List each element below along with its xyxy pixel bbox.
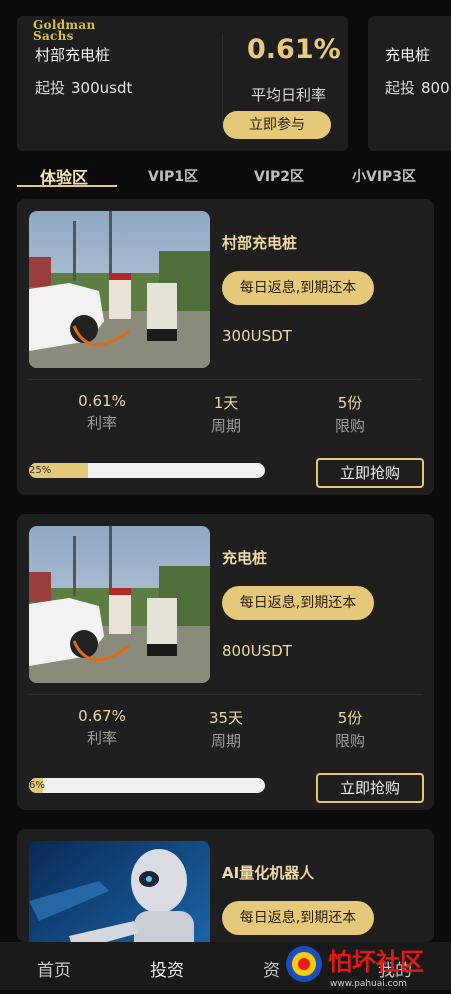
stat-limit: 5份 限购	[290, 707, 410, 751]
stat-rate: 0.67% 利率	[42, 707, 162, 748]
product-card[interactable]: AI量化机器人 每日返息,到期还本	[17, 829, 434, 942]
watermark-url: www.pahuai.com	[330, 979, 407, 989]
product-tag: 每日返息,到期还本	[222, 271, 374, 305]
tab-vip3[interactable]: 小VIP3区	[352, 166, 416, 186]
zone-tabs: 体验区 VIP1区 VIP2区 小VIP3区	[0, 160, 451, 190]
rate-label: 利率	[86, 414, 117, 432]
product-name: 充电桩	[222, 549, 268, 567]
nav-invest[interactable]: 投资	[150, 956, 184, 981]
stat-period: 35天 周期	[166, 707, 286, 751]
period-value: 35天	[208, 709, 244, 727]
promo-carousel[interactable]: Goldman Sachs 村部充电桩 起投 300usdt 0.61% 平均日利…	[0, 0, 451, 160]
product-price: 300USDT	[222, 327, 292, 345]
progress-text: 6%	[29, 780, 45, 791]
stat-period: 1天 周期	[166, 392, 286, 436]
product-tag: 每日返息,到期还本	[222, 901, 374, 935]
brand-logo: Goldman Sachs	[33, 18, 96, 43]
rate-value: 0.67%	[78, 707, 126, 725]
limit-label: 限购	[334, 417, 365, 435]
nav-home[interactable]: 首页	[37, 956, 71, 981]
active-tab-indicator	[17, 185, 117, 187]
promo-rate: 0.61%	[247, 34, 341, 65]
product-price: 800USDT	[222, 642, 292, 660]
promo-product-name: 充电桩	[385, 46, 431, 64]
progress-bar: 25%	[29, 463, 265, 478]
product-tag: 每日返息,到期还本	[222, 586, 374, 620]
stat-limit: 5份 限购	[290, 392, 410, 436]
divider	[222, 34, 223, 134]
divider	[29, 694, 422, 695]
stat-rate: 0.61% 利率	[42, 392, 162, 433]
product-card[interactable]: 充电桩 每日返息,到期还本 800USDT 0.67% 利率 35天 周期 5份…	[17, 514, 434, 810]
buy-now-button[interactable]: 立即抢购	[316, 458, 424, 488]
tab-vip1[interactable]: VIP1区	[148, 166, 198, 186]
limit-label: 限购	[334, 732, 365, 750]
promo-min-invest: 起投 300usdt	[35, 79, 133, 97]
progress-text: 25%	[29, 465, 52, 476]
ai-robot-image	[29, 841, 210, 942]
period-value: 1天	[213, 394, 239, 412]
rate-label: 利率	[86, 729, 117, 747]
join-now-button[interactable]: 立即参与	[223, 111, 331, 139]
promo-min-invest: 起投 800	[385, 79, 450, 97]
charging-station-image	[29, 526, 210, 683]
limit-value: 5份	[337, 709, 363, 727]
progress-bar: 6%	[29, 778, 265, 793]
limit-value: 5份	[337, 394, 363, 412]
promo-rate-label: 平均日利率	[251, 86, 327, 104]
buy-now-button[interactable]: 立即抢购	[316, 773, 424, 803]
site-watermark: 怕坏社区 www.pahuai.com	[276, 940, 446, 990]
product-name: 村部充电桩	[222, 234, 298, 252]
product-card[interactable]: 村部充电桩 每日返息,到期还本 300USDT 0.61% 利率 1天 周期 5…	[17, 199, 434, 495]
period-label: 周期	[210, 732, 241, 750]
product-name: AI量化机器人	[222, 864, 315, 882]
charging-station-image	[29, 211, 210, 368]
watermark-text: 怕坏社区	[328, 948, 424, 976]
tab-vip2[interactable]: VIP2区	[254, 166, 304, 186]
promo-card[interactable]: Goldman Sachs 村部充电桩 起投 300usdt 0.61% 平均日利…	[17, 16, 348, 151]
promo-product-name: 村部充电桩	[35, 46, 111, 64]
period-label: 周期	[210, 417, 241, 435]
rate-value: 0.61%	[78, 392, 126, 410]
divider	[29, 379, 422, 380]
promo-card-next[interactable]: 充电桩 起投 800	[368, 16, 451, 151]
